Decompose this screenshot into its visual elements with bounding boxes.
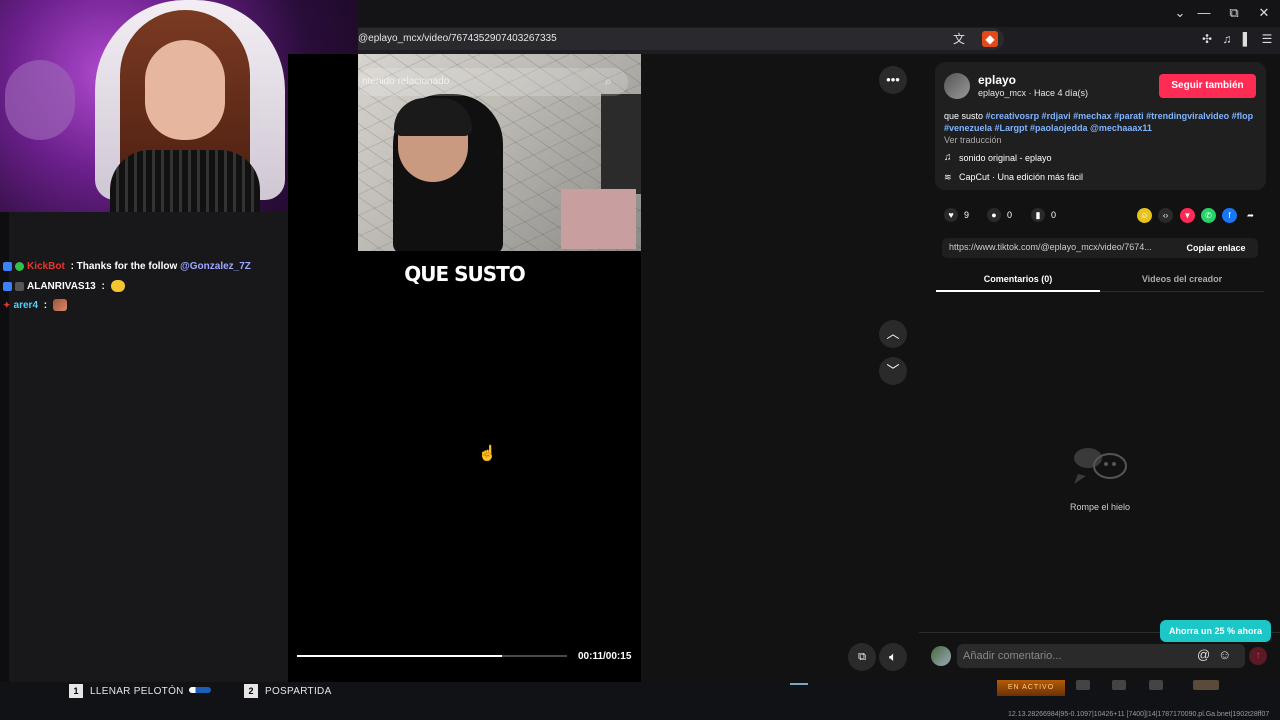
heart-icon: ♥ — [944, 208, 958, 222]
translate-icon[interactable]: 文 — [951, 31, 967, 47]
extensions-icon[interactable]: ✣ — [1199, 31, 1215, 47]
chat-username[interactable]: ALANRIVAS13 — [27, 281, 96, 292]
avatar[interactable] — [931, 646, 951, 666]
volume-icon[interactable]: 🔈︎ — [879, 643, 907, 671]
empty-comments-icon — [1074, 448, 1127, 484]
capcut-link[interactable]: CapCut · Una edición más fácil — [959, 172, 1083, 182]
mention-icon[interactable]: @ — [1197, 647, 1210, 662]
like-stat[interactable]: ♥ 9 — [944, 208, 969, 222]
plush-toy — [5, 60, 75, 140]
related-search-placeholder[interactable]: ntenido relacionado — [362, 76, 449, 87]
chat-message: ALANRIVAS13 : — [3, 280, 125, 292]
comment-icon: ● — [987, 208, 1001, 222]
address-url[interactable]: @eplayo_mcx/video/7674352907403267335 — [358, 33, 557, 44]
facebook-icon[interactable]: f — [1222, 208, 1237, 223]
embed-icon[interactable]: ‹› — [1158, 208, 1173, 223]
hashtags[interactable]: #creativosrp #rdjavi #mechax #parati #tr… — [944, 111, 1253, 133]
sub-badge-icon: ✦ — [3, 299, 11, 310]
tab-creator-videos[interactable]: Videos del creador — [1100, 268, 1264, 292]
emoji-icon[interactable]: ☺ — [1218, 647, 1231, 662]
share-arrow-icon[interactable]: ➦ — [1243, 208, 1258, 223]
chat-message: ✦ arer4 : — [3, 299, 67, 311]
empty-comments-text: Rompe el hielo — [1069, 502, 1131, 512]
brave-shield-icon[interactable]: ◆ — [982, 31, 998, 47]
copy-link-button[interactable]: Copiar enlace — [1178, 238, 1254, 258]
send-arrow-icon[interactable]: ↑ — [1249, 647, 1267, 665]
follow-button[interactable]: Seguir también — [1159, 74, 1256, 98]
chat-text: : — [41, 299, 50, 311]
hud-emblem-icon — [1193, 680, 1219, 690]
streamer-face — [145, 40, 225, 140]
send-to-friends-icon[interactable]: ▼ — [1180, 208, 1195, 223]
status-badge: EN ACTIVO — [997, 680, 1065, 696]
avatar[interactable] — [944, 73, 970, 99]
save-stat[interactable]: ▮ 0 — [1031, 208, 1056, 222]
chat-mention[interactable]: @Gonzalez_7Z — [180, 261, 251, 272]
hud-weapon-icon — [1076, 680, 1090, 690]
sidebar-icon[interactable]: ▌ — [1239, 31, 1255, 47]
chat-text: : — [98, 280, 108, 292]
background-object — [601, 94, 641, 194]
hud-fill-squad: LLENAR PELOTÓN — [90, 686, 184, 697]
music-note-icon: ♫ — [944, 152, 952, 163]
capcut-icon: ≋ — [944, 172, 952, 182]
video-caption: QUE SUSTO — [404, 262, 526, 286]
chat-username[interactable]: arer4 — [14, 300, 38, 311]
hug-emote-icon — [110, 280, 125, 292]
previous-video-icon[interactable]: ︿ — [879, 320, 907, 348]
playback-time: 00:11/00:15 — [578, 651, 632, 662]
chat-username[interactable]: KickBot — [27, 261, 65, 272]
share-smile-icon[interactable]: ☺ — [1137, 208, 1152, 223]
toggle-indicator — [189, 687, 211, 693]
hud-key-2: 2 — [244, 684, 258, 698]
menu-icon[interactable]: ☰ — [1259, 31, 1275, 47]
post-description: que susto #creativosrp #rdjavi #mechax #… — [944, 110, 1254, 134]
streamer-body — [110, 150, 260, 212]
verified-badge-icon — [15, 262, 24, 271]
like-count: 9 — [964, 210, 970, 220]
chat-text: : Thanks for the follow — [67, 261, 181, 272]
moderator-badge-icon — [3, 281, 12, 291]
moderator-badge-icon — [3, 262, 12, 271]
close-icon[interactable]: ✕ — [1254, 4, 1274, 22]
chat-message: KickBot : Thanks for the follow @Gonzale… — [3, 261, 251, 272]
author-handle[interactable]: eplayo_mcx · Hace 4 día(s) — [978, 88, 1088, 98]
bookmark-icon: ▮ — [1031, 208, 1045, 222]
video-person-hair — [394, 98, 472, 136]
description-text: que susto — [944, 111, 986, 121]
hud-key-1: 1 — [69, 684, 83, 698]
hud-divider — [790, 683, 808, 685]
pip-icon[interactable]: ⧉ — [848, 643, 876, 671]
sound-link[interactable]: sonido original - eplayo — [959, 153, 1052, 163]
maximize-icon[interactable]: ⧉ — [1224, 4, 1244, 22]
minimize-icon[interactable]: — — [1194, 4, 1214, 22]
next-video-icon[interactable]: ﹀ — [879, 357, 907, 385]
whatsapp-icon[interactable]: ✆ — [1201, 208, 1216, 223]
subscriber-badge-icon — [15, 281, 24, 291]
comment-stat[interactable]: ● 0 — [987, 208, 1012, 222]
hud-weapon-icon — [1112, 680, 1126, 690]
more-options-icon[interactable]: ••• — [879, 66, 907, 94]
see-translation-link[interactable]: Ver traducción — [944, 135, 1002, 145]
save-count: 0 — [1051, 210, 1057, 220]
author-name[interactable]: eplayo — [978, 73, 1016, 87]
search-icon[interactable]: ⌕ — [605, 74, 612, 89]
video-link[interactable]: https://www.tiktok.com/@eplayo_mcx/video… — [949, 242, 1152, 252]
image-emote-icon — [52, 299, 67, 311]
tab-strip: ⌄ — ⧉ ✕ — [358, 0, 1280, 27]
tab-list-icon[interactable]: ⌄ — [1170, 4, 1190, 22]
tab-comments[interactable]: Comentarios (0) — [936, 268, 1100, 292]
progress-fill — [297, 655, 503, 657]
hud-debug-text: 12.13.28266984|95-0.1097|10426+11 [7400]… — [1008, 711, 1270, 718]
music-icon[interactable]: ♫ — [1219, 31, 1235, 47]
player-side-area — [641, 54, 919, 682]
hud-weapon-icon — [1149, 680, 1163, 690]
hud-postmatch: POSPARTIDA — [265, 686, 332, 697]
comment-count: 0 — [1007, 210, 1013, 220]
promo-badge[interactable]: Ahorra un 25 % ahora — [1160, 620, 1271, 642]
hand-cursor-icon: ☝ — [478, 445, 497, 462]
background-object — [561, 189, 636, 249]
